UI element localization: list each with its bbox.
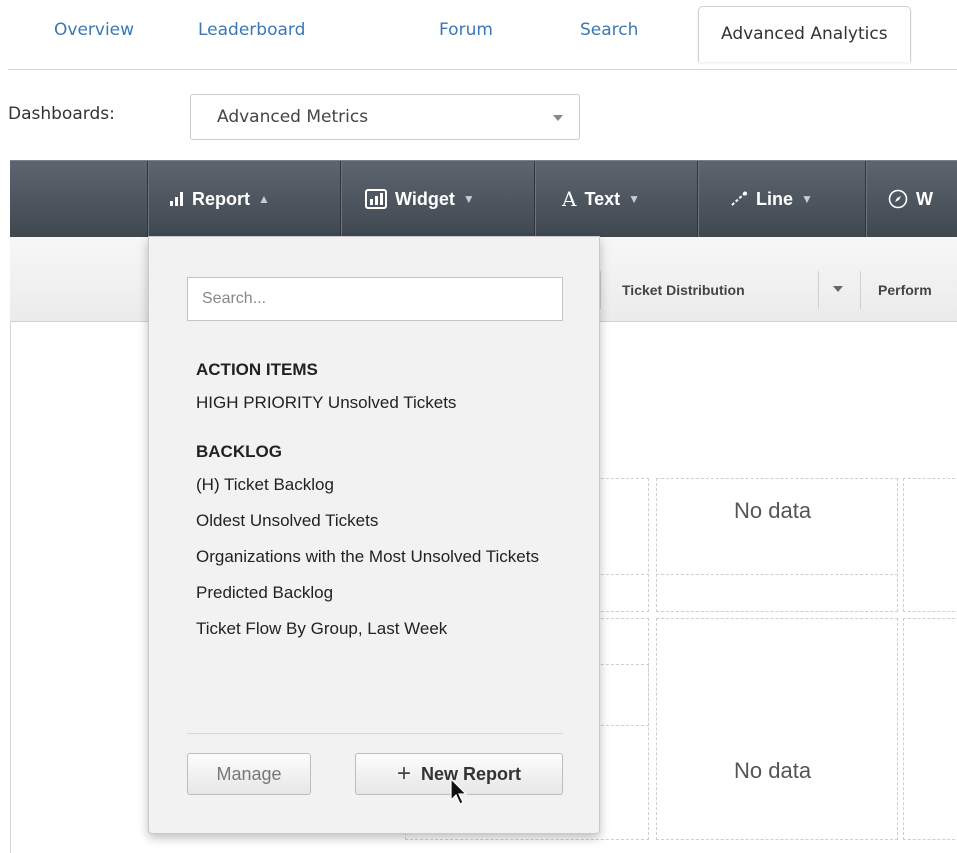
text-menu-label: Text [584,189,621,209]
report-group-title: BACKLOG [196,442,282,461]
grid-cell [656,574,898,612]
bar-chart-icon [170,192,184,206]
web-menu-label: W [916,189,933,209]
grid-cell [903,478,957,612]
widget-menu-label: Widget [395,189,455,209]
widget-icon [365,189,387,209]
report-dropdown-menu: ACTION ITEMS HIGH PRIORITY Unsolved Tick… [148,236,600,834]
plus-icon: + [396,760,411,787]
report-item[interactable]: Ticket Flow By Group, Last Week [196,611,544,647]
new-report-label: New Report [421,763,522,784]
widget-menu-button[interactable]: Widget ▼ [365,161,475,237]
column-divider [860,271,861,309]
column-performance[interactable]: Perform [878,271,957,309]
compass-icon [888,189,908,209]
column-divider [818,271,819,309]
menu-divider [187,733,563,734]
tab-search[interactable]: Search [580,20,638,40]
column-divider [600,271,601,309]
chevron-down-icon: ▼ [801,192,813,206]
chevron-down-icon [553,115,563,121]
grid-cell [656,618,898,840]
text-menu-button[interactable]: A Text ▼ [562,161,640,237]
chevron-up-icon: ▲ [258,192,270,206]
report-menu-label: Report [192,189,250,209]
manage-button[interactable]: Manage [187,753,311,795]
no-data-text: No data [734,498,812,523]
text-icon: A [562,187,577,211]
toolbar-divider [340,161,341,237]
no-data-text: No data [734,758,812,783]
dashboards-select[interactable]: Advanced Metrics [190,94,580,140]
line-menu-label: Line [756,189,794,209]
dashboards-selected-value: Advanced Metrics [217,107,369,127]
report-menu-button[interactable]: Report ▲ [170,161,270,237]
report-item[interactable]: HIGH PRIORITY Unsolved Tickets [196,385,544,421]
tab-advanced-analytics[interactable]: Advanced Analytics [698,6,911,62]
toolbar-divider [147,161,148,237]
line-icon [730,191,748,207]
chevron-down-icon: ▼ [628,192,641,206]
report-group-action-items: ACTION ITEMS HIGH PRIORITY Unsolved Tick… [196,355,544,421]
column-ticket-distribution[interactable]: Ticket Distribution [622,271,812,309]
tab-forum[interactable]: Forum [439,20,493,40]
toolbar-divider [697,161,698,237]
mouse-pointer-icon [450,777,468,810]
toolbar-divider [534,161,535,237]
report-item[interactable]: (H) Ticket Backlog [196,467,544,503]
chevron-down-icon: ▼ [462,192,475,206]
grid-cell [903,618,957,840]
tab-overview[interactable]: Overview [54,20,134,40]
report-group-backlog: BACKLOG (H) Ticket Backlog Oldest Unsolv… [196,437,544,647]
dashboard-toolbar: Report ▲ Widget ▼ A Text ▼ Line ▼ W [10,160,957,237]
dashboards-label: Dashboards: [8,104,115,124]
report-item[interactable]: Predicted Backlog [196,575,544,611]
top-navigation: Overview Leaderboard Forum Search Advanc… [0,0,957,70]
report-search-input[interactable] [187,277,563,321]
chevron-down-icon[interactable] [833,286,843,292]
nav-divider [8,69,957,70]
report-item[interactable]: Oldest Unsolved Tickets [196,503,544,539]
report-list: ACTION ITEMS HIGH PRIORITY Unsolved Tick… [196,355,544,663]
toolbar-divider [865,161,866,237]
line-menu-button[interactable]: Line ▼ [730,161,813,237]
report-item[interactable]: Organizations with the Most Unsolved Tic… [196,539,544,575]
tab-leaderboard[interactable]: Leaderboard [198,20,305,40]
report-group-title: ACTION ITEMS [196,360,318,379]
web-menu-button[interactable]: W [888,161,933,237]
